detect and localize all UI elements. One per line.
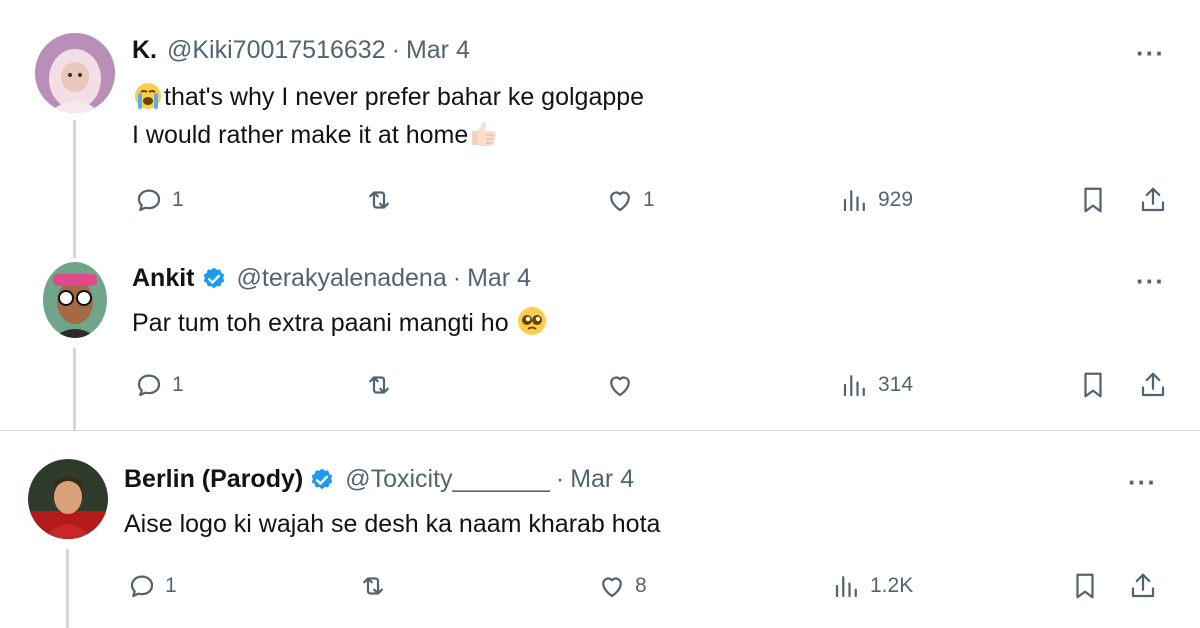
author-name[interactable]: K. (132, 36, 157, 65)
separator-dot: · (452, 264, 462, 292)
like-button[interactable]: 8 (597, 571, 647, 601)
separator-dot: · (555, 465, 565, 493)
bookmark-button[interactable] (1078, 185, 1108, 215)
bookmark-icon (1076, 573, 1094, 599)
heart-icon (602, 577, 622, 598)
author-handle[interactable]: @terakyalenadena (237, 264, 447, 293)
views-button[interactable]: 929 (840, 185, 913, 215)
bookmark-icon (1084, 187, 1102, 213)
bookmark-icon (1084, 372, 1102, 398)
views-icon (835, 576, 857, 598)
author-handle[interactable]: @Kiki70017516632 (167, 36, 386, 65)
like-count: 1 (643, 188, 655, 211)
bookmark-button[interactable] (1070, 571, 1100, 601)
tweet-berlin[interactable]: Berlin (Parody) @Toxicity_______ · Mar 4… (0, 430, 1200, 628)
reply-button[interactable]: 1 (127, 571, 177, 601)
reply-count: 1 (172, 373, 184, 396)
reply-count: 1 (165, 574, 177, 597)
heart-icon (610, 376, 630, 397)
heart-icon (610, 191, 630, 212)
retweet-icon (369, 376, 389, 394)
tweet-line-1: that's why I never prefer bahar ke golga… (164, 83, 645, 111)
avatar[interactable] (35, 33, 115, 113)
share-icon (1141, 372, 1165, 397)
more-options-icon[interactable]: ··· (1136, 40, 1165, 66)
like-button[interactable]: 1 (605, 185, 655, 215)
views-count: 1.2K (870, 574, 914, 597)
verified-badge-icon (309, 467, 335, 493)
share-button[interactable] (1128, 571, 1158, 601)
bookmark-button[interactable] (1078, 370, 1108, 400)
tweet-ankit[interactable]: Ankit @terakyalenadena · Mar 4 ··· Par t… (0, 258, 1200, 430)
loudly-crying-face-emoji (132, 79, 164, 111)
retweet-button[interactable] (364, 185, 402, 215)
like-count: 8 (635, 574, 647, 597)
views-count: 314 (878, 373, 914, 396)
tweet-date[interactable]: Mar 4 (570, 465, 634, 494)
author-handle[interactable]: @Toxicity_______ (345, 465, 550, 494)
reply-icon (137, 189, 161, 212)
author-name[interactable]: Berlin (Parody) (124, 465, 303, 494)
tweet-line-1: Par tum toh extra paani mangti ho (132, 309, 509, 337)
retweet-button[interactable] (364, 370, 402, 400)
reply-icon (137, 374, 161, 397)
author-name[interactable]: Ankit (132, 264, 195, 293)
tweet-kiki[interactable]: K. @Kiki70017516632 · Mar 4 ··· that's w… (0, 0, 1200, 258)
share-button[interactable] (1138, 370, 1168, 400)
retweet-icon (369, 191, 389, 209)
like-button[interactable] (605, 370, 643, 400)
views-icon (843, 190, 865, 212)
more-options-icon[interactable]: ··· (1128, 469, 1157, 495)
reply-button[interactable]: 1 (134, 370, 184, 400)
more-options-icon[interactable]: ··· (1136, 268, 1165, 294)
thumbs-up-emoji (468, 117, 500, 149)
tweet-line-2: I would rather make it at home (132, 121, 469, 149)
share-icon (1141, 187, 1165, 212)
views-button[interactable]: 314 (840, 370, 913, 400)
views-count: 929 (878, 188, 914, 211)
views-button[interactable]: 1.2K (832, 571, 913, 601)
retweet-icon (363, 577, 383, 595)
tweet-text: Par tum toh extra paani mangti ho (132, 304, 548, 342)
views-icon (843, 375, 865, 397)
reply-count: 1 (172, 188, 184, 211)
pleading-face-emoji (516, 305, 548, 337)
verified-badge-icon (201, 266, 227, 292)
reply-button[interactable]: 1 (134, 185, 184, 215)
retweet-button[interactable] (358, 571, 396, 601)
avatar[interactable] (28, 459, 108, 539)
reply-icon (130, 575, 154, 598)
tweet-line-1: Aise logo ki wajah se desh ka naam khara… (124, 510, 661, 538)
share-icon (1131, 573, 1155, 598)
tweet-date[interactable]: Mar 4 (406, 36, 470, 65)
avatar[interactable] (43, 262, 107, 338)
tweet-date[interactable]: Mar 4 (467, 264, 531, 293)
share-button[interactable] (1138, 185, 1168, 215)
tweet-text: Aise logo ki wajah se desh ka naam khara… (124, 505, 660, 543)
separator-dot: · (391, 36, 400, 64)
tweet-text: that's why I never prefer bahar ke golga… (132, 78, 644, 154)
